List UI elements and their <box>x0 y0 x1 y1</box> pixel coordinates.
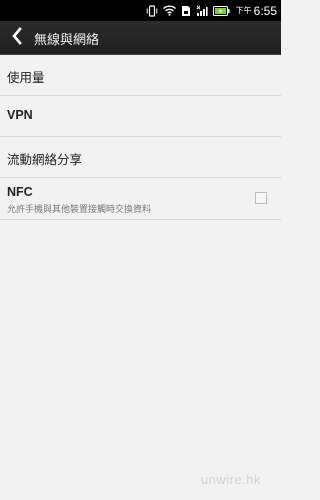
settings-list: 使用量 VPN 流動網絡分享 NFC 允許手機與其他裝置接觸時交換資料 <box>0 55 281 220</box>
chevron-left-icon <box>11 27 23 49</box>
settings-item-nfc[interactable]: NFC 允許手機與其他裝置接觸時交換資料 <box>0 178 281 220</box>
status-time: 6:55 <box>253 3 277 18</box>
vibrate-icon <box>146 4 158 17</box>
status-icons: 下午 6:55 <box>146 3 277 18</box>
status-ampm: 下午 <box>235 6 252 15</box>
back-button[interactable] <box>6 25 28 51</box>
signal-icon <box>196 5 208 17</box>
settings-item-subtitle: 允許手機與其他裝置接觸時交換資料 <box>7 205 152 215</box>
settings-item-label: 使用量 <box>7 70 45 85</box>
sd-card-icon <box>181 5 191 17</box>
battery-charging-icon <box>212 5 230 16</box>
settings-item-label: 流動網絡分享 <box>7 152 83 167</box>
wifi-icon <box>162 5 176 16</box>
page-title: 無線與網絡 <box>34 33 100 48</box>
settings-item-label: VPN <box>7 108 33 122</box>
settings-item-data-usage[interactable]: 使用量 <box>0 55 281 96</box>
watermark: unwire.hk <box>200 472 261 487</box>
settings-item-tethering[interactable]: 流動網絡分享 <box>0 137 281 178</box>
status-bar: 下午 6:55 <box>0 0 281 21</box>
nfc-checkbox[interactable] <box>255 192 267 204</box>
settings-item-label: NFC <box>7 185 33 199</box>
action-bar: 無線與網絡 <box>0 21 281 55</box>
settings-item-vpn[interactable]: VPN <box>0 96 281 137</box>
